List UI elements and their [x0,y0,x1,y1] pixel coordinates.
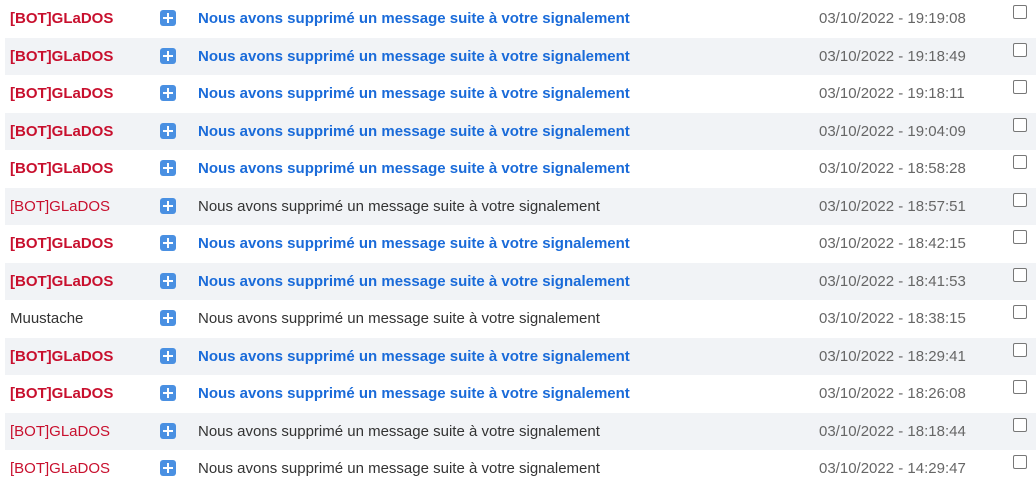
sender-name[interactable]: [BOT]GLaDOS [10,188,110,226]
sender-name[interactable]: [BOT]GLaDOS [10,413,110,451]
message-row: [BOT]GLaDOS Nous avons supprimé un messa… [0,225,1036,263]
message-date: 03/10/2022 - 18:57:51 [819,197,966,215]
message-date: 03/10/2022 - 18:18:44 [819,422,966,440]
message-subject-link[interactable]: Nous avons supprimé un message suite à v… [198,75,630,113]
message-subject-link[interactable]: Nous avons supprimé un message suite à v… [198,338,630,376]
expand-plus-icon[interactable] [160,235,176,251]
sender-name[interactable]: [BOT]GLaDOS [10,0,113,38]
expand-plus-icon[interactable] [160,460,176,476]
sender-name[interactable]: [BOT]GLaDOS [10,75,113,113]
select-checkbox[interactable] [1013,155,1027,169]
message-date: 03/10/2022 - 19:18:49 [819,47,966,65]
select-checkbox[interactable] [1013,230,1027,244]
select-checkbox[interactable] [1013,192,1027,207]
message-subject-link[interactable]: Nous avons supprimé un message suite à v… [198,413,600,451]
expand-plus-icon[interactable] [160,385,176,401]
expand-plus-icon[interactable] [160,422,176,439]
message-subject-link[interactable]: Nous avons supprimé un message suite à v… [198,450,600,488]
select-checkbox[interactable] [1013,455,1027,469]
message-subject-link[interactable]: Nous avons supprimé un message suite à v… [198,113,630,151]
expand-plus-icon[interactable] [160,347,176,364]
message-row: [BOT]GLaDOS Nous avons supprimé un messa… [0,412,1036,451]
message-row: [BOT]GLaDOS Nous avons supprimé un messa… [0,375,1036,413]
sender-name[interactable]: [BOT]GLaDOS [10,225,113,263]
expand-plus-icon[interactable] [160,10,176,26]
message-row: [BOT]GLaDOS Nous avons supprimé un messa… [0,337,1036,376]
message-row: [BOT]GLaDOS Nous avons supprimé un messa… [0,262,1036,301]
sender-name[interactable]: [BOT]GLaDOS [10,150,113,188]
expand-plus-icon[interactable] [160,310,176,326]
select-checkbox[interactable] [1013,380,1027,394]
sender-name[interactable]: [BOT]GLaDOS [10,263,113,301]
message-row: [BOT]GLaDOS Nous avons supprimé un messa… [0,112,1036,151]
message-row: Muustache Nous avons supprimé un message… [0,300,1036,338]
message-date: 03/10/2022 - 19:18:11 [819,85,965,102]
expand-plus-icon[interactable] [160,272,176,289]
message-list: [BOT]GLaDOS Nous avons supprimé un messa… [0,0,1036,488]
message-row: [BOT]GLaDOS Nous avons supprimé un messa… [0,37,1036,76]
message-row: [BOT]GLaDOS Nous avons supprimé un messa… [0,0,1036,38]
message-row: [BOT]GLaDOS Nous avons supprimé un messa… [0,75,1036,113]
message-date: 03/10/2022 - 18:58:28 [819,160,966,177]
select-checkbox[interactable] [1013,117,1027,132]
message-subject-link[interactable]: Nous avons supprimé un message suite à v… [198,300,600,338]
message-subject-link[interactable]: Nous avons supprimé un message suite à v… [198,0,630,38]
sender-name[interactable]: Muustache [10,300,83,338]
message-subject-link[interactable]: Nous avons supprimé un message suite à v… [198,188,600,226]
message-row: [BOT]GLaDOS Nous avons supprimé un messa… [0,150,1036,188]
message-subject-link[interactable]: Nous avons supprimé un message suite à v… [198,263,630,301]
message-date: 03/10/2022 - 18:41:53 [819,272,966,290]
sender-name[interactable]: [BOT]GLaDOS [10,338,113,376]
select-checkbox[interactable] [1013,80,1027,94]
sender-name[interactable]: [BOT]GLaDOS [10,38,113,76]
message-date: 03/10/2022 - 18:38:15 [819,310,966,327]
select-checkbox[interactable] [1013,305,1027,319]
sender-name[interactable]: [BOT]GLaDOS [10,375,113,413]
message-date: 03/10/2022 - 18:29:41 [819,347,966,365]
message-subject-link[interactable]: Nous avons supprimé un message suite à v… [198,375,630,413]
sender-name[interactable]: [BOT]GLaDOS [10,450,110,488]
select-checkbox[interactable] [1013,417,1027,432]
message-subject-link[interactable]: Nous avons supprimé un message suite à v… [198,150,630,188]
message-date: 03/10/2022 - 19:04:09 [819,122,966,140]
select-checkbox[interactable] [1013,342,1027,357]
message-date: 03/10/2022 - 14:29:47 [819,460,966,477]
expand-plus-icon[interactable] [160,160,176,176]
message-date: 03/10/2022 - 18:26:08 [819,385,966,402]
message-row: [BOT]GLaDOS Nous avons supprimé un messa… [0,187,1036,226]
select-checkbox[interactable] [1013,267,1027,282]
expand-plus-icon[interactable] [160,47,176,64]
message-date: 03/10/2022 - 18:42:15 [819,235,966,252]
message-subject-link[interactable]: Nous avons supprimé un message suite à v… [198,225,630,263]
message-row: [BOT]GLaDOS Nous avons supprimé un messa… [0,450,1036,488]
select-checkbox[interactable] [1013,42,1027,57]
select-checkbox[interactable] [1013,5,1027,19]
sender-name[interactable]: [BOT]GLaDOS [10,113,113,151]
message-date: 03/10/2022 - 19:19:08 [819,10,966,27]
expand-plus-icon[interactable] [160,122,176,139]
message-subject-link[interactable]: Nous avons supprimé un message suite à v… [198,38,630,76]
expand-plus-icon[interactable] [160,197,176,214]
expand-plus-icon[interactable] [160,85,176,101]
